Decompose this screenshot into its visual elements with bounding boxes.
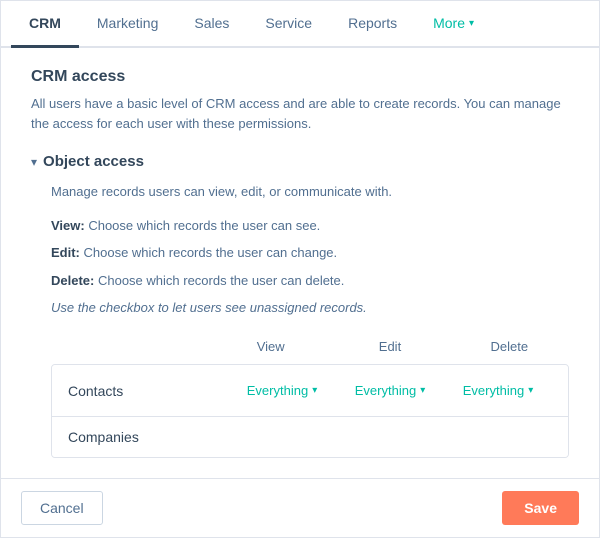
chevron-down-icon: ▾ — [31, 155, 37, 169]
content-area: CRM access All users have a basic level … — [1, 48, 599, 478]
crm-access-desc: All users have a basic level of CRM acce… — [31, 94, 569, 133]
chevron-down-icon: ▾ — [528, 385, 533, 396]
manage-text: Manage records users can view, edit, or … — [51, 182, 569, 202]
row-label-contacts: Contacts — [68, 383, 228, 399]
view-permission-line: View: Choose which records the user can … — [51, 216, 569, 236]
page-wrapper: CRM Marketing Sales Service Reports More… — [0, 0, 600, 538]
delete-permission-line: Delete: Choose which records the user ca… — [51, 271, 569, 291]
tab-marketing[interactable]: Marketing — [79, 1, 176, 48]
contacts-view-dropdown[interactable]: Everything ▾ — [243, 381, 321, 400]
col-header-edit: Edit — [330, 339, 449, 354]
contacts-edit-cell: Everything ▾ — [336, 381, 444, 400]
object-access-body: Manage records users can view, edit, or … — [31, 182, 569, 458]
table-row: Contacts Everything ▾ Everything ▾ — [52, 365, 568, 417]
chevron-down-icon: ▾ — [469, 18, 474, 29]
row-label-companies: Companies — [68, 429, 228, 445]
col-header-delete: Delete — [450, 339, 569, 354]
contacts-delete-cell: Everything ▾ — [444, 381, 552, 400]
tab-reports[interactable]: Reports — [330, 1, 415, 48]
delete-label: Delete: — [51, 273, 94, 288]
contacts-edit-dropdown[interactable]: Everything ▾ — [351, 381, 429, 400]
contacts-view-cell: Everything ▾ — [228, 381, 336, 400]
crm-access-title: CRM access — [31, 68, 569, 86]
object-access-header[interactable]: ▾ Object access — [31, 153, 569, 170]
edit-label: Edit: — [51, 245, 80, 260]
permissions-table: Contacts Everything ▾ Everything ▾ — [51, 364, 569, 458]
view-label: View: — [51, 218, 85, 233]
object-access-title: Object access — [43, 153, 144, 170]
view-text: Choose which records the user can see. — [85, 218, 321, 233]
footer: Cancel Save — [1, 478, 599, 537]
table-column-headers: View Edit Delete — [51, 333, 569, 360]
tab-service[interactable]: Service — [247, 1, 330, 48]
chevron-down-icon: ▾ — [420, 385, 425, 396]
col-header-object — [51, 339, 211, 354]
contacts-delete-value: Everything — [463, 383, 524, 398]
cancel-button[interactable]: Cancel — [21, 491, 103, 525]
table-row: Companies — [52, 417, 568, 457]
chevron-down-icon: ▾ — [312, 385, 317, 396]
save-button[interactable]: Save — [502, 491, 579, 525]
unassigned-note: Use the checkbox to let users see unassi… — [51, 300, 569, 315]
tab-sales[interactable]: Sales — [176, 1, 247, 48]
col-header-view: View — [211, 339, 330, 354]
delete-text: Choose which records the user can delete… — [94, 273, 344, 288]
contacts-view-value: Everything — [247, 383, 308, 398]
contacts-delete-dropdown[interactable]: Everything ▾ — [459, 381, 537, 400]
tab-more[interactable]: More ▾ — [415, 1, 492, 48]
edit-permission-line: Edit: Choose which records the user can … — [51, 243, 569, 263]
contacts-edit-value: Everything — [355, 383, 416, 398]
tab-bar: CRM Marketing Sales Service Reports More… — [1, 1, 599, 48]
tab-crm[interactable]: CRM — [11, 1, 79, 48]
edit-text: Choose which records the user can change… — [80, 245, 337, 260]
